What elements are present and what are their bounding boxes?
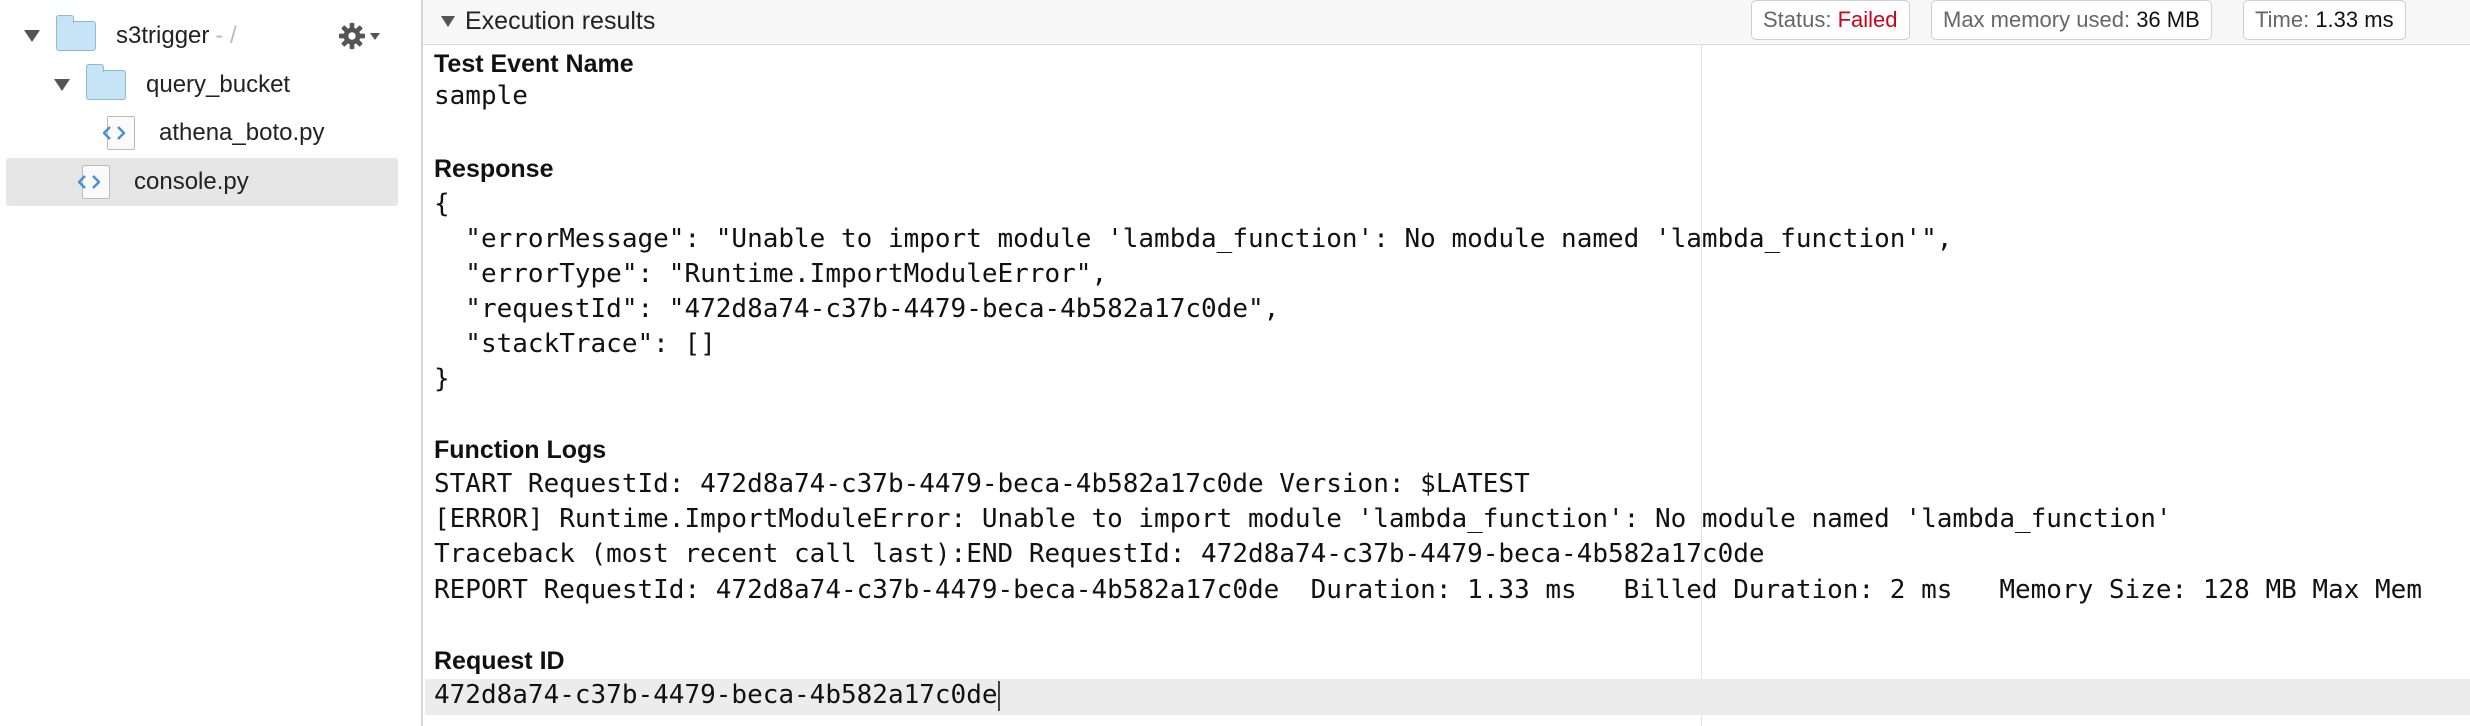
- results-toggle[interactable]: Execution results: [441, 7, 655, 36]
- file-label: console.py: [134, 168, 249, 195]
- log-line: Traceback (most recent call last):END Re…: [434, 539, 1765, 569]
- folder-icon: [56, 15, 96, 51]
- time-label: Time:: [2255, 7, 2310, 32]
- request-id-value[interactable]: 472d8a74-c37b-4479-beca-4b582a17c0de: [434, 680, 1000, 711]
- collapse-arrow-icon: [441, 16, 455, 27]
- folder-icon: [86, 64, 126, 100]
- root-folder-label: s3trigger: [116, 22, 210, 49]
- time-value: 1.33 ms: [2315, 7, 2394, 32]
- settings-menu-button[interactable]: [338, 18, 380, 54]
- response-line: }: [434, 364, 450, 394]
- memory-value: 36 MB: [2136, 7, 2200, 32]
- chevron-down-icon: [370, 32, 380, 40]
- tree-root-s3trigger[interactable]: s3trigger - /: [24, 13, 237, 59]
- log-line: START RequestId: 472d8a74-c37b-4479-beca…: [434, 469, 1530, 499]
- tree-folder-query-bucket[interactable]: query_bucket: [54, 62, 290, 108]
- results-title: Execution results: [465, 7, 656, 35]
- collapse-arrow-icon[interactable]: [54, 79, 70, 91]
- response-line: "stackTrace": []: [434, 329, 716, 359]
- response-line: "requestId": "472d8a74-c37b-4479-beca-4b…: [434, 294, 1280, 324]
- request-id-text: 472d8a74-c37b-4479-beca-4b582a17c0de: [434, 680, 998, 710]
- function-logs-heading: Function Logs: [434, 436, 607, 464]
- file-tree: s3trigger - / query_bucket athena_boto.p…: [0, 0, 420, 726]
- memory-badge: Max memory used: 36 MB: [1931, 0, 2212, 40]
- file-label: athena_boto.py: [159, 119, 325, 146]
- text-cursor: [997, 680, 1000, 711]
- status-label: Status:: [1763, 7, 1832, 32]
- python-file-icon: [103, 116, 135, 150]
- response-heading: Response: [434, 155, 554, 183]
- test-event-heading: Test Event Name: [434, 50, 634, 78]
- tree-file-console[interactable]: console.py: [78, 159, 249, 205]
- response-line: "errorType": "Runtime.ImportModuleError"…: [434, 259, 1108, 289]
- time-badge: Time: 1.33 ms: [2243, 0, 2406, 40]
- status-value: Failed: [1837, 7, 1898, 32]
- log-line: REPORT RequestId: 472d8a74-c37b-4479-bec…: [434, 575, 2422, 605]
- collapse-arrow-icon[interactable]: [24, 30, 40, 42]
- python-file-icon: [78, 165, 110, 199]
- execution-results-panel: Execution results Status: Failed Max mem…: [421, 0, 2470, 726]
- folder-label: query_bucket: [146, 71, 291, 98]
- response-line: {: [434, 189, 450, 219]
- request-id-heading: Request ID: [434, 647, 565, 675]
- results-content: Test Event Name sample Response { "error…: [434, 44, 2464, 726]
- test-event-value: sample: [434, 81, 528, 111]
- status-badge: Status: Failed: [1751, 0, 1910, 40]
- gear-icon: [338, 22, 366, 50]
- tree-file-athena-boto[interactable]: athena_boto.py: [103, 110, 325, 156]
- log-line: [ERROR] Runtime.ImportModuleError: Unabl…: [434, 504, 2172, 534]
- root-path-suffix: - /: [215, 22, 237, 49]
- results-header: Execution results Status: Failed Max mem…: [423, 0, 2470, 45]
- memory-label: Max memory used:: [1943, 7, 2131, 32]
- response-line: "errorMessage": "Unable to import module…: [434, 224, 1953, 254]
